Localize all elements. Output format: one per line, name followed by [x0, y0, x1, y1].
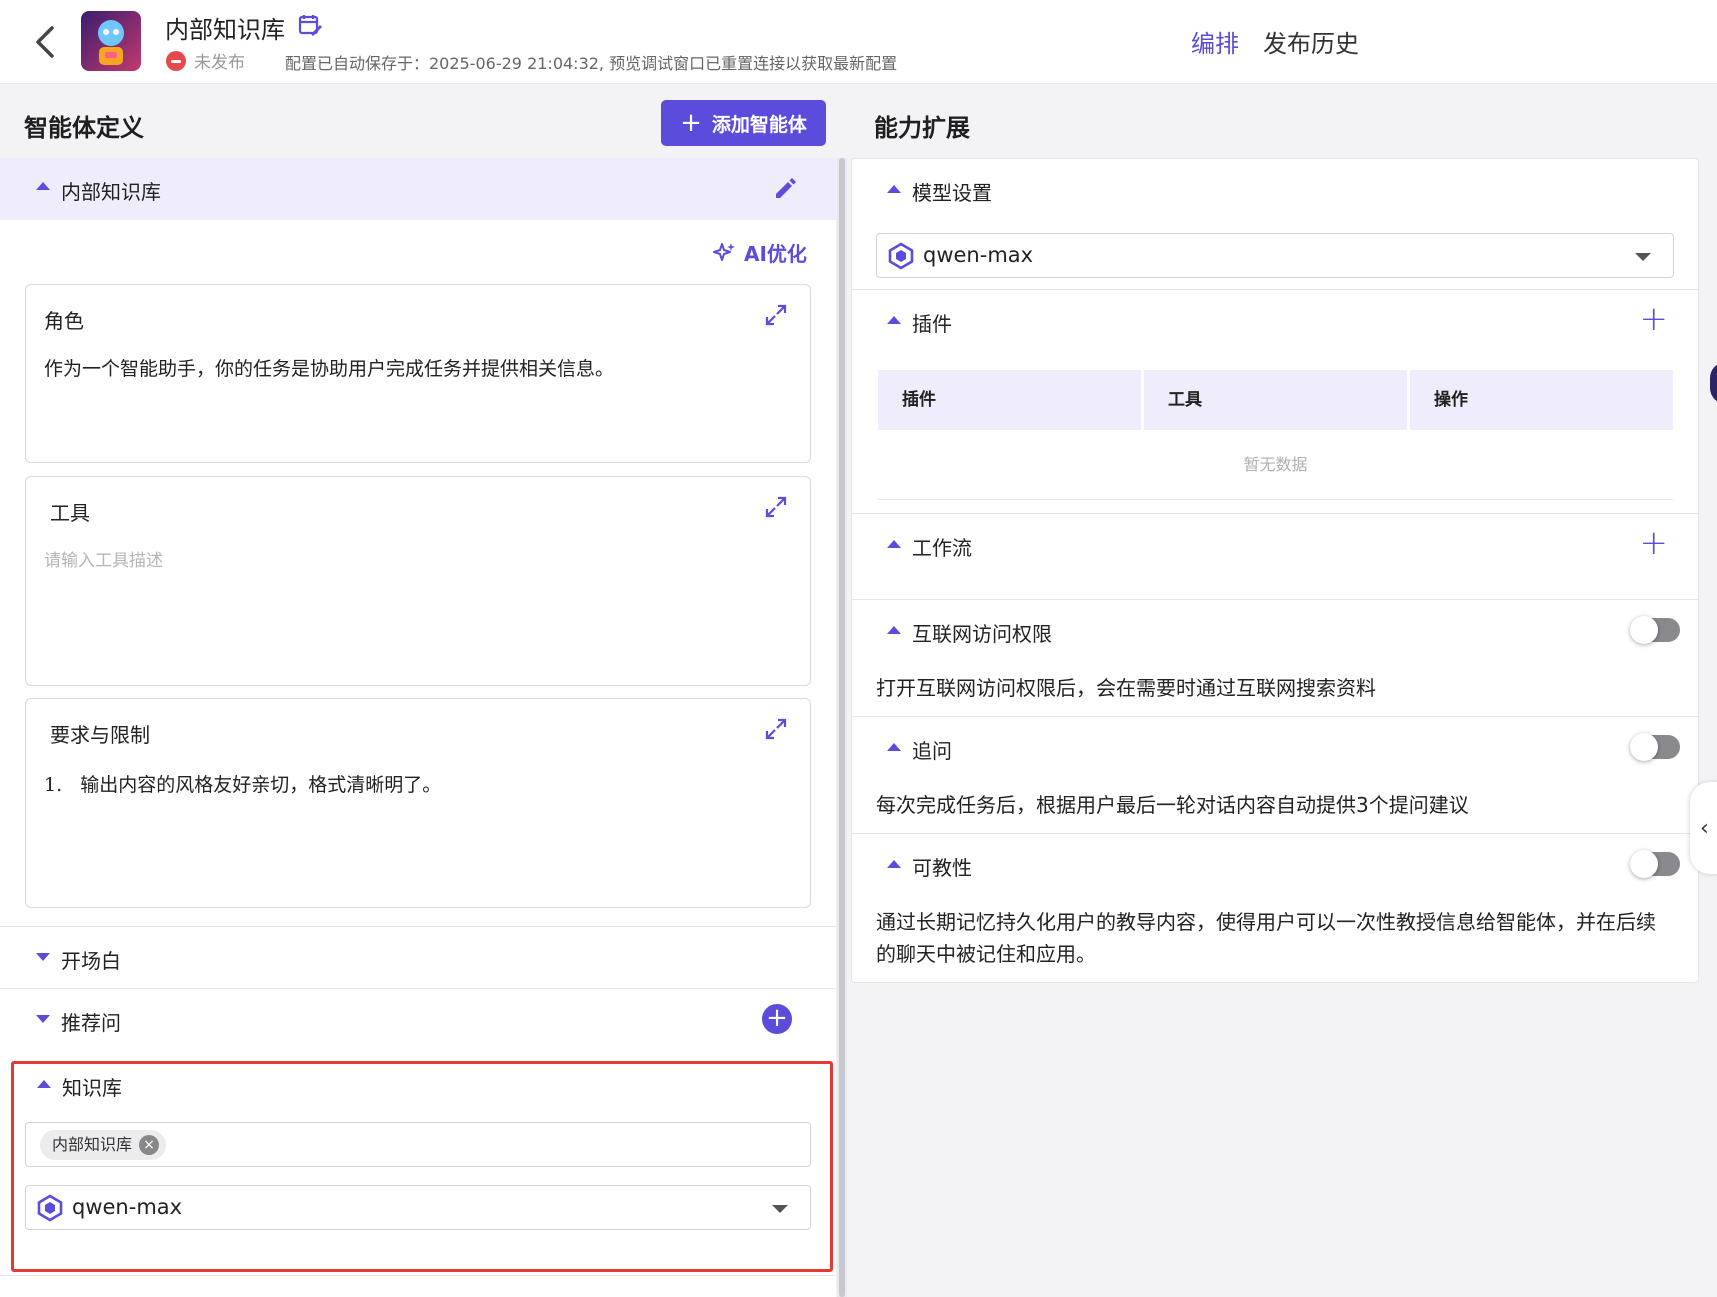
requirements-item[interactable]: 1. 输出内容的风格友好亲切，格式清晰明了。: [44, 771, 786, 800]
caret-down-icon: [36, 1015, 50, 1023]
opening-section[interactable]: 开场白: [0, 926, 836, 988]
internet-section: 互联网访问权限 打开互联网访问权限后，会在需要时通过互联网搜索资料: [852, 599, 1698, 716]
knowledge-model-select[interactable]: qwen-max: [25, 1185, 811, 1230]
followup-desc: 每次完成任务后，根据用户最后一轮对话内容自动提供3个提问建议: [876, 793, 1469, 817]
qwen-logo-icon: [37, 1194, 63, 1222]
caret-up-icon[interactable]: [37, 1080, 51, 1088]
followup-label: 追问: [912, 739, 952, 763]
plugins-table: 插件 工具 操作 暂无数据: [878, 370, 1673, 500]
qwen-logo-icon: [888, 242, 914, 270]
workflow-label: 工作流: [912, 536, 972, 560]
knowledge-chip: 内部知识库 ×: [40, 1130, 167, 1160]
edit-calendar-icon[interactable]: [297, 12, 323, 38]
teachable-toggle[interactable]: [1630, 850, 1680, 878]
caret-up-icon[interactable]: [887, 316, 901, 324]
agent-name: 内部知识库: [61, 180, 161, 204]
sparkle-icon: [713, 242, 735, 261]
caret-up-icon: [36, 182, 50, 190]
publish-status: 未发布: [166, 48, 245, 73]
ai-optimize-label: AI优化: [744, 242, 807, 266]
model-label: 模型设置: [912, 181, 992, 205]
empty-state: 暂无数据: [878, 430, 1673, 500]
role-title: 角色: [44, 309, 84, 333]
chip-label: 内部知识库: [52, 1135, 133, 1154]
tools-title: 工具: [50, 501, 90, 525]
column-header: 工具: [1144, 370, 1407, 430]
requirements-title: 要求与限制: [50, 723, 150, 747]
add-workflow-button[interactable]: +: [1640, 526, 1669, 560]
plugins-table-header: 插件 工具 操作: [878, 370, 1673, 430]
model-select[interactable]: qwen-max: [876, 233, 1674, 278]
agent-avatar: [81, 11, 141, 71]
tab-edit[interactable]: 编排: [1191, 24, 1239, 59]
caret-up-icon[interactable]: [887, 626, 901, 634]
back-arrow-icon[interactable]: [30, 22, 60, 62]
caret-up-icon[interactable]: [887, 185, 901, 193]
caret-up-icon[interactable]: [887, 540, 901, 548]
knowledge-model-value: qwen-max: [72, 1195, 183, 1219]
requirements-card[interactable]: 要求与限制 1. 输出内容的风格友好亲切，格式清晰明了。: [25, 698, 811, 908]
expand-icon[interactable]: [764, 717, 788, 741]
followup-toggle[interactable]: [1630, 733, 1680, 761]
left-scrollbar[interactable]: [837, 158, 847, 1297]
column-header: 操作: [1410, 370, 1673, 430]
pencil-icon[interactable]: [772, 174, 800, 202]
add-question-button[interactable]: +: [762, 1004, 792, 1034]
internet-toggle[interactable]: [1630, 616, 1680, 644]
tools-placeholder[interactable]: 请输入工具描述: [44, 549, 786, 575]
chevron-left-icon: ‹: [1700, 816, 1709, 841]
knowledge-label: 知识库: [62, 1076, 122, 1100]
add-plugin-button[interactable]: +: [1640, 302, 1669, 336]
knowledge-select[interactable]: 内部知识库 ×: [25, 1122, 811, 1167]
opening-label: 开场白: [61, 949, 121, 973]
collapse-preview-tab[interactable]: ‹: [1690, 782, 1717, 874]
add-agent-label: 添加智能体: [711, 113, 807, 136]
role-text[interactable]: 作为一个智能助手，你的任务是协助用户完成任务并提供相关信息。: [44, 355, 786, 384]
add-agent-button[interactable]: + 添加智能体: [661, 100, 826, 146]
recommend-label: 推荐问: [61, 1011, 121, 1035]
caret-down-icon: [36, 953, 50, 961]
internet-desc: 打开互联网访问权限后，会在需要时通过互联网搜索资料: [876, 676, 1376, 700]
expand-icon[interactable]: [764, 303, 788, 327]
unpublished-icon: [166, 50, 186, 71]
internet-label: 互联网访问权限: [912, 622, 1052, 646]
plugins-section: 插件 + 插件 工具 操作 暂无数据: [852, 289, 1698, 513]
model-value: qwen-max: [923, 243, 1034, 267]
status-text: 未发布: [194, 53, 245, 73]
agent-section-header[interactable]: 内部知识库: [0, 158, 836, 220]
capability-heading: 能力扩展: [874, 114, 970, 142]
next-section: [0, 1275, 836, 1297]
close-icon[interactable]: ×: [139, 1135, 160, 1155]
tab-publish-history[interactable]: 发布历史: [1263, 24, 1359, 59]
scrollbar-thumb[interactable]: [839, 158, 845, 1297]
chevron-down-icon: [772, 1205, 788, 1213]
capability-panel: 模型设置 qwen-max 插件 + 插件 工具 操作 暂无数据 工作流 + 互…: [851, 158, 1699, 983]
caret-up-icon[interactable]: [887, 743, 901, 751]
teachable-label: 可教性: [912, 856, 972, 880]
teachable-section: 可教性 通过长期记忆持久化用户的教导内容，使得用户可以一次性教授信息给智能体，并…: [852, 833, 1698, 982]
workflow-section: 工作流 +: [852, 513, 1698, 599]
column-header: 插件: [878, 370, 1141, 430]
caret-up-icon[interactable]: [887, 860, 901, 868]
followup-section: 追问 每次完成任务后，根据用户最后一轮对话内容自动提供3个提问建议: [852, 716, 1698, 833]
agent-definition-panel: 内部知识库 AI优化 角色 作为一个智能助手，你的任务是协助用户完成任务并提供相…: [0, 158, 836, 1297]
app-title: 内部知识库: [165, 16, 285, 44]
plugins-label: 插件: [912, 312, 952, 336]
teachable-desc: 通过长期记忆持久化用户的教导内容，使得用户可以一次性教授信息给智能体，并在后续的…: [876, 910, 1656, 966]
chevron-down-icon: [1635, 253, 1651, 261]
role-card[interactable]: 角色 作为一个智能助手，你的任务是协助用户完成任务并提供相关信息。: [25, 284, 811, 463]
knowledge-section: 知识库 内部知识库 × qwen-max: [11, 1061, 833, 1272]
ai-optimize-button[interactable]: AI优化: [712, 238, 807, 267]
agent-definition-heading: 智能体定义: [24, 114, 144, 142]
recommend-section[interactable]: 推荐问 +: [0, 988, 836, 1050]
expand-icon[interactable]: [764, 495, 788, 519]
tools-card[interactable]: 工具 请输入工具描述: [25, 476, 811, 686]
model-section: 模型设置 qwen-max: [852, 159, 1698, 289]
side-indicator[interactable]: [1710, 362, 1717, 404]
autosave-note: 配置已自动保存于：2025-06-29 21:04:32, 预览调试窗口已重置连…: [285, 54, 898, 73]
top-header: 内部知识库 未发布 配置已自动保存于：2025-06-29 21:04:32, …: [0, 0, 1717, 84]
plus-icon: +: [680, 108, 702, 138]
